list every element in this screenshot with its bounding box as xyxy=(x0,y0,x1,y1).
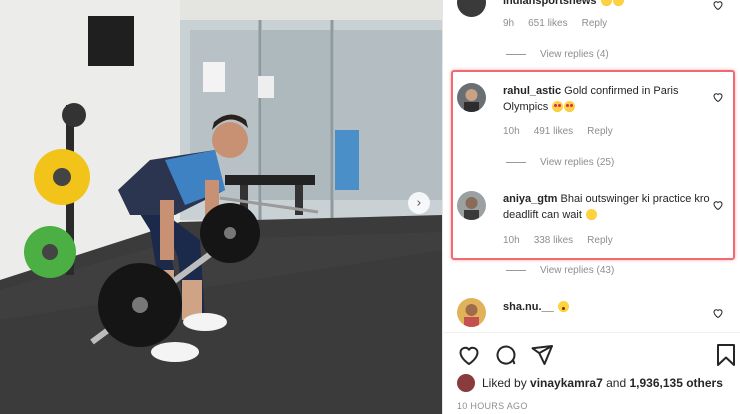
liker-avatar[interactable] xyxy=(457,374,475,392)
comment-meta: 10h 491 likes Reply xyxy=(503,126,627,137)
sad-emoji-icon xyxy=(585,209,597,220)
emoji-icon xyxy=(612,0,624,6)
comment-likes[interactable]: 651 likes xyxy=(528,18,567,29)
section-divider xyxy=(442,332,740,333)
comment-username[interactable]: indiansportsnews xyxy=(503,0,597,7)
liked-by-others[interactable]: 1,936,135 others xyxy=(630,376,723,390)
comment-item: indiansportsnews 9h 651 likes Reply View r… xyxy=(442,0,740,70)
view-replies-label: View replies (4) xyxy=(540,49,609,60)
replies-dash xyxy=(506,270,526,271)
view-replies-button[interactable]: View replies (43) xyxy=(506,265,614,276)
heart-outline-icon[interactable] xyxy=(712,90,724,103)
avatar[interactable] xyxy=(457,298,486,327)
comment-username[interactable]: aniya_gtm xyxy=(503,193,557,205)
view-replies-label: View replies (43) xyxy=(540,265,615,276)
heart-eyes-emoji-icon xyxy=(552,101,564,112)
avatar[interactable] xyxy=(457,191,486,220)
comment-text: aniya_gtm Bhai outswinger ki practice kr… xyxy=(503,191,715,223)
heart-outline-icon[interactable] xyxy=(712,306,724,319)
comment-time: 10h xyxy=(503,126,520,137)
comment-text: sha.nu.__ xyxy=(503,299,715,315)
view-replies-label: View replies (25) xyxy=(540,157,615,168)
heart-outline-icon[interactable] xyxy=(457,343,481,367)
heart-eyes-emoji-icon xyxy=(564,101,576,112)
liked-by-prefix: Liked by xyxy=(482,376,527,390)
comment-meta: 10h 338 likes Reply xyxy=(503,235,627,246)
reply-button[interactable]: Reply xyxy=(587,126,613,137)
reply-button[interactable]: Reply xyxy=(582,18,608,29)
comment-likes[interactable]: 338 likes xyxy=(534,235,573,246)
comment-text: rahul_astic Gold confirmed in Paris Olym… xyxy=(503,83,715,115)
comment-time: 10h xyxy=(503,235,520,246)
liked-by-user[interactable]: vinaykamra7 xyxy=(530,376,603,390)
replies-dash xyxy=(506,162,526,163)
view-replies-button[interactable]: View replies (25) xyxy=(506,157,614,168)
heart-outline-icon[interactable] xyxy=(712,198,724,211)
comment-meta: 9h 651 likes Reply xyxy=(503,18,621,29)
comment-username[interactable]: sha.nu.__ xyxy=(503,301,554,313)
comment-text: indiansportsnews xyxy=(503,0,715,9)
comment-bubble-icon[interactable] xyxy=(494,343,518,367)
comment-username[interactable]: rahul_astic xyxy=(503,85,561,97)
avatar[interactable] xyxy=(457,83,486,112)
view-replies-button[interactable]: View replies (4) xyxy=(506,49,609,60)
liked-by-row: Liked by vinaykamra7 and 1,936,135 other… xyxy=(457,374,740,392)
replies-dash xyxy=(506,54,526,55)
comment-item: aniya_gtm Bhai outswinger ki practice kr… xyxy=(442,190,740,280)
comment-item: rahul_astic Gold confirmed in Paris Olym… xyxy=(442,80,740,175)
comment-likes[interactable]: 491 likes xyxy=(534,126,573,137)
next-media-button[interactable]: › xyxy=(408,192,430,214)
post-action-bar xyxy=(457,343,737,367)
chevron-right-icon: › xyxy=(416,195,422,211)
comment-item: sha.nu.__ xyxy=(442,295,740,331)
gym-photo xyxy=(0,0,442,414)
post-timestamp: 10 HOURS AGO xyxy=(457,401,528,411)
paper-plane-icon[interactable] xyxy=(530,343,554,367)
reply-button[interactable]: Reply xyxy=(587,235,613,246)
surprised-emoji-icon xyxy=(557,301,569,312)
bookmark-icon[interactable] xyxy=(715,343,737,367)
heart-outline-icon[interactable] xyxy=(712,0,724,11)
avatar[interactable] xyxy=(457,0,486,17)
emoji-icon xyxy=(600,0,612,6)
comment-time: 9h xyxy=(503,18,515,29)
post-media[interactable]: › xyxy=(0,0,442,414)
liked-by-and: and xyxy=(606,376,627,390)
